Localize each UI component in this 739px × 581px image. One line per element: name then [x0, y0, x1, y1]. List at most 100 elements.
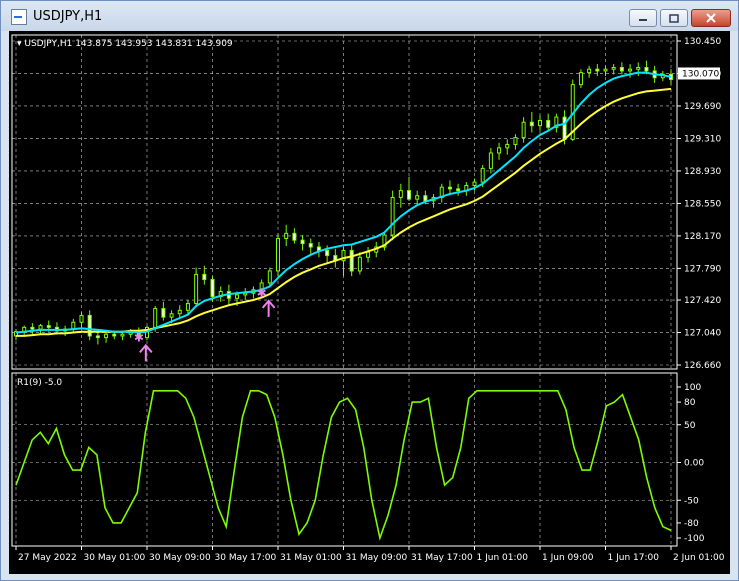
candle-body	[235, 294, 240, 299]
candle-body	[611, 67, 616, 70]
candle-body	[194, 273, 199, 304]
candle-body	[529, 121, 534, 127]
chart-canvas[interactable]: ✱ ✱ 130.450 130.070 129.690 129.310 128.930 12…	[9, 31, 730, 574]
candle-body	[447, 186, 452, 190]
indicator-tick-label: 50	[684, 421, 696, 431]
candle-body	[300, 239, 305, 245]
price-tick-label: 127.790	[684, 264, 721, 274]
indicator-tick-label: -50	[684, 496, 699, 506]
time-tick-label: 31 May 09:00	[346, 553, 408, 563]
candle-body	[185, 302, 190, 311]
signal-star-icon: ✱	[257, 286, 267, 300]
time-tick-label: 30 May 17:00	[215, 553, 277, 563]
candle-body	[497, 147, 502, 154]
candle-body	[505, 143, 510, 149]
candle-body	[390, 196, 395, 236]
candle-body	[488, 152, 493, 169]
candle-body	[153, 308, 158, 328]
indicator-tick-label: -100	[684, 534, 705, 544]
price-tick-label: 126.660	[684, 361, 721, 371]
time-tick-label: 30 May 01:00	[84, 553, 146, 563]
candle-body	[95, 335, 100, 339]
price-tick-label: 128.170	[684, 232, 721, 242]
candle-body	[644, 67, 649, 72]
current-price-label: 130.070	[682, 69, 719, 79]
candle-body	[521, 121, 526, 139]
candle-body	[480, 167, 485, 183]
indicator-name-label: R1(9) -5.0	[17, 378, 62, 388]
price-tick-label: 127.420	[684, 296, 721, 306]
candle-body	[177, 309, 182, 315]
candle-body	[210, 279, 215, 298]
time-tick-label: 1 Jun 09:00	[542, 553, 594, 563]
candle-body	[276, 237, 280, 272]
indicator-tick-label: 100	[684, 383, 701, 393]
maximize-icon	[669, 13, 679, 23]
candle-body	[30, 326, 35, 330]
time-tick-label: 27 May 2022	[18, 553, 77, 563]
candle-body	[603, 68, 608, 72]
candle-body	[87, 314, 92, 337]
grid-lines	[12, 35, 677, 546]
window-title: USDJPY,H1	[33, 9, 103, 24]
candle-body	[628, 68, 633, 72]
candle-body	[562, 116, 567, 140]
main-pane-border	[11, 34, 678, 370]
candle-body	[398, 190, 403, 198]
candle-body	[169, 313, 174, 318]
candle-body	[472, 181, 477, 186]
candle-body	[325, 249, 330, 257]
indicator-tick-label: 80	[684, 398, 696, 408]
price-tick-label: 129.310	[684, 134, 721, 144]
chart-area[interactable]: ✱ ✱ 130.450 130.070 129.690 129.310 128.930 12…	[9, 31, 730, 574]
time-tick-label: 1 Jun 17:00	[608, 553, 660, 563]
time-tick-label: 2 Jun 01:00	[673, 553, 725, 563]
candle-body	[587, 68, 592, 74]
candle-body	[423, 195, 428, 202]
chart-window-icon	[11, 9, 27, 25]
candle-body	[546, 120, 551, 128]
time-tick-label: 1 Jun 01:00	[477, 553, 529, 563]
candle-body	[243, 292, 248, 296]
candle-body	[619, 67, 624, 72]
time-tick-label: 30 May 09:00	[149, 553, 211, 563]
candle-body	[456, 188, 461, 192]
axes: 130.450 130.070 129.690 129.310 128.930 128.5…	[11, 34, 725, 563]
candle-body	[112, 333, 117, 337]
candle-body	[161, 308, 166, 318]
candle-body	[292, 232, 297, 241]
candle-body	[415, 195, 420, 200]
candle-body	[595, 68, 600, 72]
candle-body	[38, 325, 43, 330]
candle-body	[267, 270, 272, 284]
price-tick-label: 128.550	[684, 199, 721, 209]
minimize-icon	[639, 19, 647, 21]
candle-body	[538, 120, 542, 127]
time-tick-label: 31 May 17:00	[411, 553, 473, 563]
symbol-info-label: ▾ USDJPY,H1 143.875 143.953 143.831 143.…	[17, 39, 233, 49]
candle-body	[104, 333, 109, 339]
title-bar[interactable]: USDJPY,H1	[1, 1, 738, 31]
candle-body	[636, 67, 641, 70]
candle-body	[202, 273, 207, 281]
candle-body	[366, 251, 371, 258]
close-icon	[706, 13, 716, 23]
maximize-button[interactable]	[660, 9, 688, 27]
candle-body	[578, 72, 583, 86]
candle-body	[120, 333, 125, 337]
price-tick-label: 128.930	[684, 167, 721, 177]
price-tick-label: 129.690	[684, 102, 721, 112]
candle-body	[308, 243, 313, 248]
candle-body	[46, 325, 51, 328]
minimize-button[interactable]	[629, 9, 657, 27]
close-button[interactable]	[691, 9, 731, 27]
candle-body	[407, 190, 411, 200]
candle-body	[284, 232, 289, 239]
time-tick-label: 31 May 01:00	[280, 553, 342, 563]
indicator-tick-label: 0.00	[684, 459, 704, 469]
price-tick-label: 127.040	[684, 329, 721, 339]
chart-window: USDJPY,H1 ✱ ✱ 130.450 130.070 129.690 129.31…	[0, 0, 739, 581]
indicator-tick-label: -80	[684, 519, 699, 529]
signal-star-icon: ✱	[134, 330, 144, 344]
candle-body	[357, 256, 362, 272]
